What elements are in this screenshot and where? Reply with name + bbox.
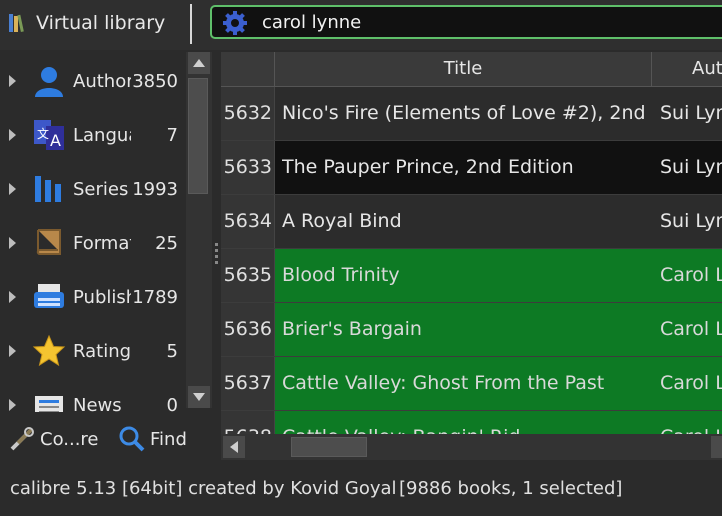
- book-list-horizontal-scrollbar[interactable]: [221, 434, 722, 460]
- row-number: 5637: [221, 357, 275, 410]
- tag-browser-item-label: Languages: [73, 124, 131, 146]
- book-author: Sui Lynn: [660, 156, 722, 178]
- table-row[interactable]: 5637 Cattle Valley: Ghost From the Past …: [221, 357, 722, 411]
- row-number: 5636: [221, 303, 275, 356]
- table-row[interactable]: 5636 Brier's Bargain Carol Lynne: [221, 303, 722, 357]
- row-number: 5634: [221, 195, 275, 248]
- tools-icon: [10, 427, 34, 451]
- scrollbar-thumb[interactable]: [291, 437, 367, 457]
- table-row[interactable]: 5638 Cattle Valley: Bangin' Rid... Carol…: [221, 411, 722, 434]
- svg-text:文: 文: [37, 126, 49, 141]
- tag-browser-item-publishers[interactable]: Publishers 1789: [0, 270, 186, 324]
- book-title: The Pauper Prince, 2nd Edition: [282, 156, 574, 178]
- row-number: 5632: [221, 87, 275, 140]
- language-icon: 文A: [30, 116, 68, 154]
- book-title: Blood Trinity: [282, 264, 400, 286]
- book-author: Carol Lynne: [660, 264, 722, 286]
- toolbar-separator: [190, 4, 192, 44]
- tag-browser-item-count: 0: [166, 394, 178, 413]
- book-author: Sui Lynn: [660, 102, 722, 124]
- book-author: Sui Lynn: [660, 210, 722, 232]
- tag-browser-scrollbar[interactable]: [186, 52, 212, 408]
- search-icon: [119, 426, 145, 452]
- tag-browser-item-authors[interactable]: Authors 3850: [0, 54, 186, 108]
- tag-browser-item-label: Formats: [73, 232, 131, 254]
- top-toolbar: Virtual library: [0, 0, 722, 50]
- configure-button[interactable]: Co...re: [8, 425, 99, 453]
- expand-arrow-icon[interactable]: [9, 399, 16, 411]
- status-book-count: [9886 books, 1 selected]: [399, 478, 623, 499]
- table-header: Title Authors: [221, 52, 722, 87]
- book-author: Carol Lynne: [660, 318, 722, 340]
- tag-browser-item-label: Publishers: [73, 286, 131, 308]
- scrollbar-thumb[interactable]: [188, 78, 208, 194]
- column-header-authors[interactable]: Authors: [652, 52, 722, 86]
- tag-browser-item-news[interactable]: News 0: [0, 378, 186, 412]
- book-title: A Royal Bind: [282, 210, 402, 232]
- expand-arrow-icon[interactable]: [9, 129, 16, 141]
- scroll-down-arrow-icon[interactable]: [188, 386, 210, 408]
- row-number: 5635: [221, 249, 275, 302]
- expand-arrow-icon[interactable]: [9, 237, 16, 249]
- virtual-library-label: Virtual library: [36, 12, 166, 34]
- book-list: Title Authors 5632 Nico's Fire (Elements…: [221, 52, 722, 434]
- tag-browser-item-languages[interactable]: 文A Languages 7: [0, 108, 186, 162]
- book-title: Cattle Valley: Bangin' Rid...: [282, 411, 652, 434]
- status-version: calibre 5.13 [64bit] created by Kovid Go…: [10, 478, 397, 499]
- search-box[interactable]: [210, 5, 722, 39]
- row-number: 5633: [221, 141, 275, 194]
- tag-browser-item-count: 25: [155, 232, 178, 254]
- tag-browser-item-label: Rating: [73, 340, 131, 362]
- book-icon: [30, 224, 68, 262]
- tag-browser-item-label: Authors: [73, 70, 131, 92]
- tag-browser-item-count: 1993: [132, 178, 178, 200]
- find-button[interactable]: Find: [118, 425, 187, 453]
- table-row[interactable]: 5634 A Royal Bind Sui Lynn: [221, 195, 722, 249]
- expand-arrow-icon[interactable]: [9, 75, 16, 87]
- configure-label: Co...re: [40, 428, 99, 450]
- publisher-icon: [30, 278, 68, 316]
- expand-arrow-icon[interactable]: [9, 345, 16, 357]
- tag-browser-item-count: 5: [166, 340, 178, 362]
- tag-browser-item-label: News: [73, 394, 122, 413]
- expand-arrow-icon[interactable]: [9, 183, 16, 195]
- row-number: 5638: [221, 411, 275, 434]
- scroll-up-arrow-icon[interactable]: [188, 52, 210, 74]
- series-icon: [30, 170, 68, 208]
- tag-browser-item-count: 7: [166, 124, 178, 146]
- tag-browser-buttons: Co...re Find: [0, 414, 215, 464]
- virtual-library-button[interactable]: Virtual library: [6, 4, 165, 42]
- book-author: Carol Lynne: [660, 372, 722, 394]
- column-header-number[interactable]: [221, 52, 275, 86]
- tag-browser-item-series[interactable]: Series 1993: [0, 162, 186, 216]
- gear-icon[interactable]: [222, 10, 248, 36]
- expand-arrow-icon[interactable]: [9, 291, 16, 303]
- book-title: Nico's Fire (Elements of Love #2), 2nd e…: [282, 102, 652, 124]
- table-row[interactable]: 5633 The Pauper Prince, 2nd Edition Sui …: [221, 141, 722, 195]
- tag-browser-item-rating[interactable]: Rating 5: [0, 324, 186, 378]
- book-title: Cattle Valley: Ghost From the Past: [282, 372, 605, 394]
- scroll-left-arrow-icon[interactable]: [223, 436, 245, 458]
- tag-browser-item-label: Series: [73, 178, 129, 200]
- book-title: Brier's Bargain: [282, 318, 422, 340]
- books-icon: [9, 14, 24, 33]
- news-icon: [30, 386, 68, 412]
- table-row[interactable]: 5635 Blood Trinity Carol Lynne: [221, 249, 722, 303]
- star-icon: [30, 332, 68, 370]
- tag-browser-item-formats[interactable]: Formats 25: [0, 216, 186, 270]
- svg-text:A: A: [50, 131, 61, 150]
- table-row[interactable]: 5632 Nico's Fire (Elements of Love #2), …: [221, 87, 722, 141]
- splitter-handle[interactable]: [214, 240, 220, 276]
- scroll-right-arrow-icon[interactable]: [711, 436, 722, 458]
- tag-browser: Authors 3850 文A Languages 7 Series 1993 …: [0, 50, 213, 412]
- column-header-title[interactable]: Title: [275, 52, 652, 86]
- book-author: Carol Lynne: [660, 411, 722, 434]
- search-input[interactable]: [262, 10, 702, 34]
- status-bar: calibre 5.13 [64bit] created by Kovid Go…: [0, 466, 722, 516]
- person-icon: [30, 62, 68, 100]
- find-label: Find: [150, 428, 187, 450]
- tag-browser-item-count: 1789: [132, 286, 178, 308]
- tag-browser-item-count: 3850: [132, 70, 178, 92]
